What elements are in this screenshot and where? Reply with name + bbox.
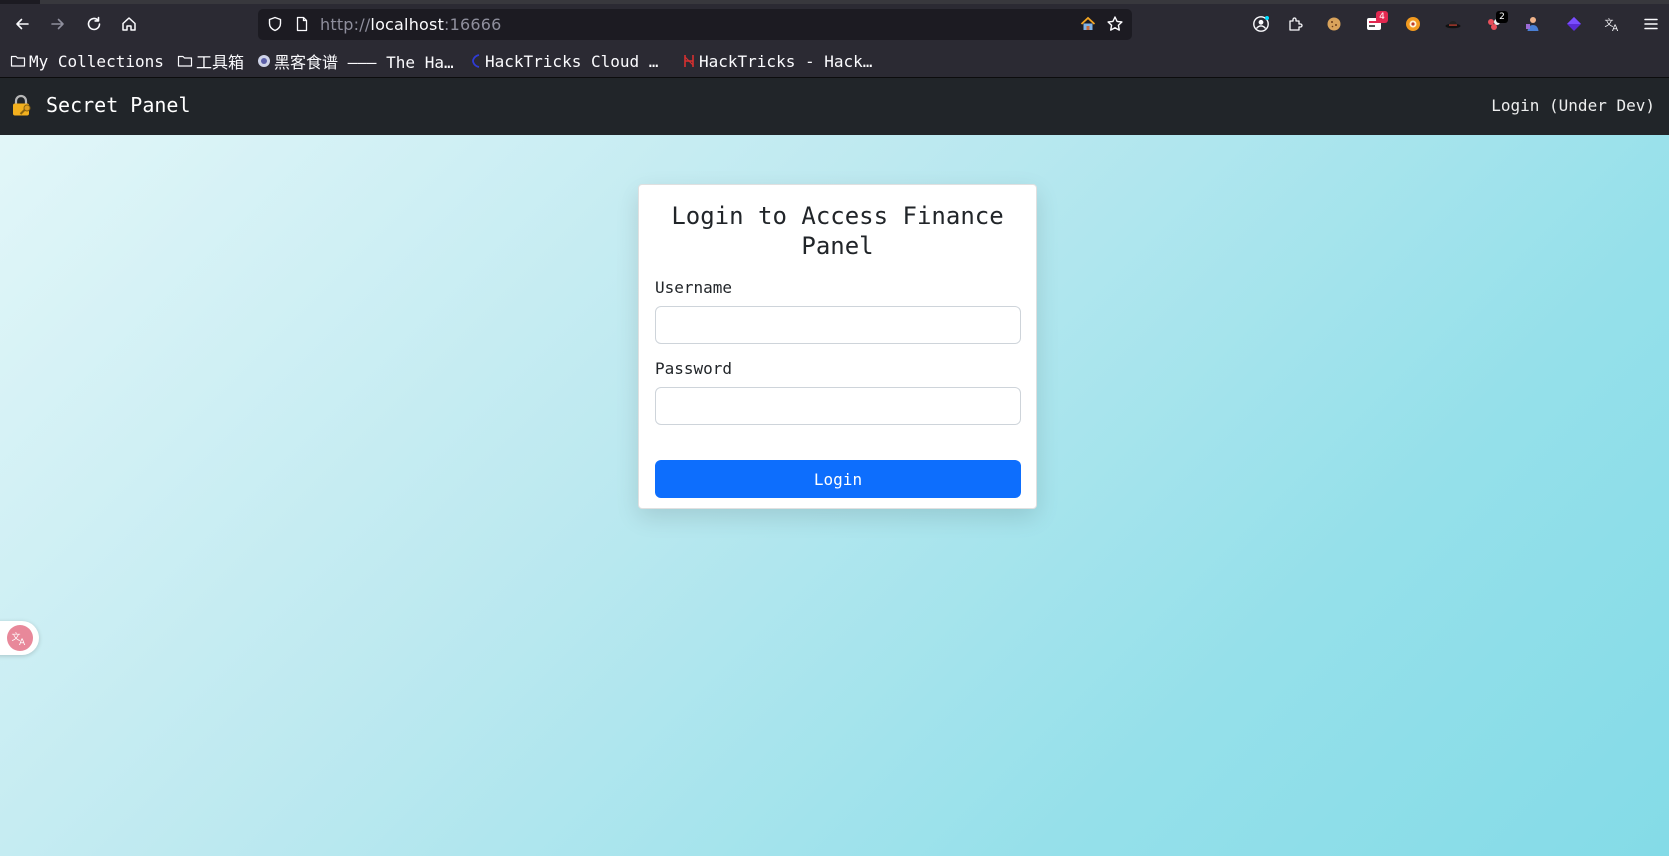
bookmark-label: 工具箱 xyxy=(196,53,245,72)
lock-with-key-icon xyxy=(13,94,31,116)
reload-icon xyxy=(87,16,101,31)
extensions-button[interactable] xyxy=(1282,10,1310,38)
brand-title: Secret Panel xyxy=(46,93,191,117)
cookie-extension-button[interactable] xyxy=(1320,10,1348,38)
bookmark-hacktricks[interactable]: HackTricks - Hack… xyxy=(682,51,872,71)
folder-icon xyxy=(177,55,193,67)
ext-hat-icon xyxy=(1445,21,1461,29)
app-menu-button[interactable] xyxy=(1637,10,1665,38)
ext-person-icon xyxy=(1526,17,1539,31)
bookmarks-toolbar: My Collections 工具箱 黑客食谱 ——— The Ha… Hack… xyxy=(0,44,1669,78)
account-icon xyxy=(1253,16,1269,32)
page-icon[interactable] xyxy=(294,16,310,32)
bookmark-hacker-recipes[interactable]: 黑客食谱 ——— The Ha… xyxy=(257,51,454,72)
ext-orange-icon xyxy=(1406,17,1420,31)
home-button[interactable] xyxy=(114,9,144,39)
bookmark-folder-my-collections[interactable]: My Collections xyxy=(10,51,164,71)
password-input[interactable] xyxy=(655,387,1021,425)
back-arrow-icon xyxy=(16,18,29,30)
ext-cube-icon xyxy=(1567,17,1581,31)
site-icon xyxy=(258,55,270,67)
person-extension-button[interactable] xyxy=(1519,10,1547,38)
bookmark-folder-toolbox[interactable]: 工具箱 xyxy=(177,51,245,72)
login-title: Login to Access Finance Panel xyxy=(671,202,1004,260)
cube-extension-button[interactable] xyxy=(1560,10,1588,38)
password-label: Password xyxy=(655,359,733,378)
page-background: Secret Panel Login (Under Dev) Login to … xyxy=(0,78,1669,856)
translate-icon: 文A xyxy=(1605,17,1620,33)
shield-icon[interactable] xyxy=(267,16,283,32)
svg-text:A: A xyxy=(1612,24,1619,33)
bookmark-label: HackTricks Cloud … xyxy=(485,51,659,71)
site-icon xyxy=(472,54,480,68)
reload-button[interactable] xyxy=(79,9,109,39)
login-card: Login to Access Finance Panel Username P… xyxy=(638,184,1037,509)
login-button[interactable]: Login xyxy=(655,460,1021,498)
bookmark-label: 黑客食谱 ——— The Ha… xyxy=(274,53,454,72)
bookmark-label: HackTricks - Hack… xyxy=(699,51,873,71)
username-label: Username xyxy=(655,278,733,297)
back-button[interactable] xyxy=(7,9,37,39)
extensions-icon xyxy=(1289,17,1303,31)
menu-icon xyxy=(1644,18,1658,30)
bookmark-star-icon[interactable] xyxy=(1106,15,1124,33)
svg-text:A: A xyxy=(19,638,26,647)
translate-widget-icon: 文A xyxy=(7,625,33,651)
hat-extension-button[interactable] xyxy=(1439,10,1467,38)
forward-button[interactable] xyxy=(43,9,73,39)
dots-extension-button[interactable]: 2 xyxy=(1480,10,1508,38)
home-icon xyxy=(122,17,136,31)
site-icon xyxy=(684,55,694,67)
translate-extension-button[interactable]: 文A xyxy=(1599,10,1627,38)
bookmark-hacktricks-cloud[interactable]: HackTricks Cloud … xyxy=(470,51,658,71)
extension-badge: 2 xyxy=(1496,11,1508,23)
cookie-icon xyxy=(1327,17,1341,31)
browser-toolbar: http://localhost:16666 4 2 文A xyxy=(0,4,1669,44)
navbar-brand[interactable]: Secret Panel xyxy=(10,93,191,117)
folder-icon xyxy=(10,55,26,67)
url-bar[interactable]: http://localhost:16666 xyxy=(258,9,1132,40)
username-input[interactable] xyxy=(655,306,1021,344)
nav-login-link[interactable]: Login (Under Dev) xyxy=(1491,96,1655,115)
home-page-action-icon[interactable] xyxy=(1079,15,1097,33)
account-button[interactable] xyxy=(1247,10,1275,38)
orange-extension-button[interactable] xyxy=(1399,10,1427,38)
bookmark-label: My Collections xyxy=(29,51,164,71)
forward-arrow-icon xyxy=(51,18,64,30)
red-extension-button[interactable]: 4 xyxy=(1360,10,1388,38)
site-navbar: Secret Panel Login (Under Dev) xyxy=(0,78,1669,135)
extension-badge: 4 xyxy=(1376,11,1388,23)
translate-floating-widget[interactable]: 文A xyxy=(0,621,39,655)
url-text[interactable]: http://localhost:16666 xyxy=(320,15,502,34)
